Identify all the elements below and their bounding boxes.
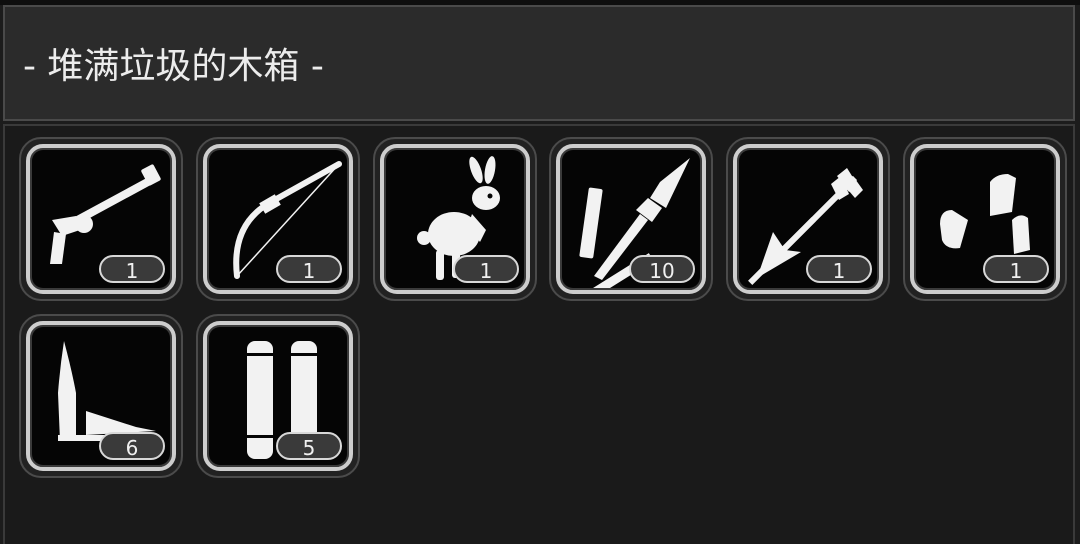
inventory-slot[interactable]: 1	[196, 137, 360, 301]
inventory-slot[interactable]: 6	[19, 314, 183, 478]
item-count-badge: 1	[276, 255, 342, 283]
item-count-badge: 1	[453, 255, 519, 283]
item-count-badge: 1	[99, 255, 165, 283]
inventory-slot[interactable]: 1	[726, 137, 890, 301]
item-count-badge: 6	[99, 432, 165, 460]
item-count-badge: 1	[983, 255, 1049, 283]
inventory-slot[interactable]: 1	[903, 137, 1067, 301]
inventory-slot[interactable]: 1	[19, 137, 183, 301]
inventory-slot[interactable]: 5	[196, 314, 360, 478]
inventory-grid: 1 1 1 10 1 1 6 5	[3, 124, 1075, 544]
item-count-badge: 1	[806, 255, 872, 283]
item-count-badge: 10	[629, 255, 695, 283]
container-header: - 堆满垃圾的木箱 -	[3, 5, 1075, 121]
container-title: - 堆满垃圾的木箱 -	[23, 46, 324, 87]
item-count-badge: 5	[276, 432, 342, 460]
inventory-slot[interactable]: 10	[549, 137, 713, 301]
inventory-slot[interactable]: 1	[373, 137, 537, 301]
